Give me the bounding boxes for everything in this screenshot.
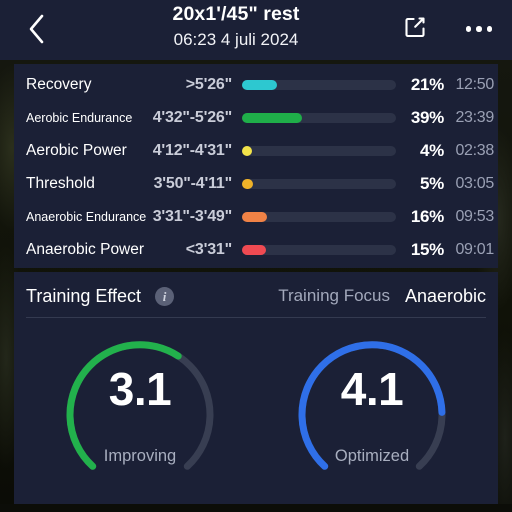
zone-percent: 5% (420, 174, 444, 193)
zone-percent: 21% (410, 75, 444, 94)
zone-name: Recovery (26, 76, 92, 93)
back-button[interactable] (14, 6, 60, 52)
zone-duration: 23:39 (455, 109, 494, 126)
gauge-label: Improving (103, 447, 177, 465)
zone-percent: 39% (410, 108, 444, 127)
pace-zones-card: Recovery >5'26" 21% 12:50 Aerobic Endura… (14, 64, 498, 268)
zone-progress-track (242, 146, 396, 156)
info-circle-icon[interactable]: i (155, 287, 174, 306)
zone-progress-fill (242, 113, 303, 123)
share-button[interactable] (392, 6, 438, 52)
zone-name: Anaerobic Power (26, 241, 145, 258)
zone-name: Threshold (26, 175, 95, 192)
page-title: 20x1'/45" rest (172, 3, 300, 25)
zone-percent: 16% (410, 207, 444, 226)
chevron-left-icon (27, 13, 47, 45)
zone-progress-track (242, 80, 396, 90)
zone-progress-track (242, 245, 396, 255)
zone-duration: 12:50 (455, 76, 494, 93)
gauge-arc (298, 341, 446, 470)
zone-row[interactable]: Aerobic Endurance 4'32"-5'26" 39% 23:39 (14, 101, 498, 135)
training-focus-value: Anaerobic (404, 285, 486, 306)
zone-progress-track (242, 179, 396, 189)
zone-range: >5'26" (185, 76, 232, 93)
zone-percent: 4% (420, 141, 444, 160)
zone-progress-fill (242, 179, 253, 189)
zone-row[interactable]: Threshold 3'50"-4'11" 5% 03:05 (14, 167, 498, 201)
divider (26, 317, 486, 318)
training-effect-title: Training Effect (26, 285, 142, 306)
zone-row[interactable]: Recovery >5'26" 21% 12:50 (14, 68, 498, 102)
zone-progress-fill (242, 80, 278, 90)
zone-name: Anaerobic Endurance (26, 210, 147, 224)
zone-progress-track (242, 113, 396, 123)
top-navigation-bar: 20x1'/45" rest 06:23 4 juli 2024 (0, 0, 512, 60)
zone-duration: 09:01 (455, 241, 494, 258)
aerobic-training-effect-gauge: 3.1 Improving (49, 327, 231, 503)
zone-range: 3'50"-4'11" (153, 175, 233, 192)
zone-duration: 02:38 (455, 142, 494, 159)
gauge-label: Optimized (334, 447, 410, 465)
zone-range: 3'31"-3'49" (152, 208, 233, 225)
training-focus-label: Training Focus (278, 286, 390, 305)
workout-detail-screen: 20x1'/45" rest 06:23 4 juli 2024 Recover… (0, 0, 512, 512)
zone-duration: 03:05 (455, 175, 494, 192)
zone-progress-fill (242, 146, 252, 156)
training-effect-card: Training Effect i Training Focus Anaerob… (14, 272, 498, 504)
zone-range: 4'12"-4'31" (152, 142, 233, 159)
anaerobic-training-effect-gauge: 4.1 Optimized (281, 327, 463, 503)
zone-row[interactable]: Anaerobic Endurance 3'31"-3'49" 16% 09:5… (14, 200, 498, 234)
zone-name: Aerobic Power (26, 142, 127, 159)
gauges-container: 3.1 Improving 4.1 Optimized (14, 327, 498, 503)
gauge-value: 4.1 (340, 363, 404, 415)
more-options-button[interactable] (456, 6, 502, 52)
zone-name: Aerobic Endurance (26, 111, 133, 125)
title-block: 20x1'/45" rest 06:23 4 juli 2024 (80, 3, 392, 51)
zone-progress-fill (242, 212, 268, 222)
gauge-arc (66, 341, 214, 470)
more-horizontal-icon (465, 26, 493, 32)
zone-percent: 15% (410, 240, 444, 259)
zone-progress-track (242, 212, 396, 222)
page-subtitle: 06:23 4 juli 2024 (173, 30, 299, 49)
zone-range: 4'32"-5'26" (152, 109, 233, 126)
share-external-icon (402, 14, 428, 45)
zone-row[interactable]: Anaerobic Power <3'31" 15% 09:01 (14, 233, 498, 267)
zone-row[interactable]: Aerobic Power 4'12"-4'31" 4% 02:38 (14, 134, 498, 168)
zone-progress-fill (242, 245, 266, 255)
zone-duration: 09:53 (455, 208, 494, 225)
zone-range: <3'31" (185, 241, 232, 258)
training-effect-header: Training Effect i Training Focus Anaerob… (14, 278, 498, 314)
gauge-value: 3.1 (108, 363, 172, 415)
